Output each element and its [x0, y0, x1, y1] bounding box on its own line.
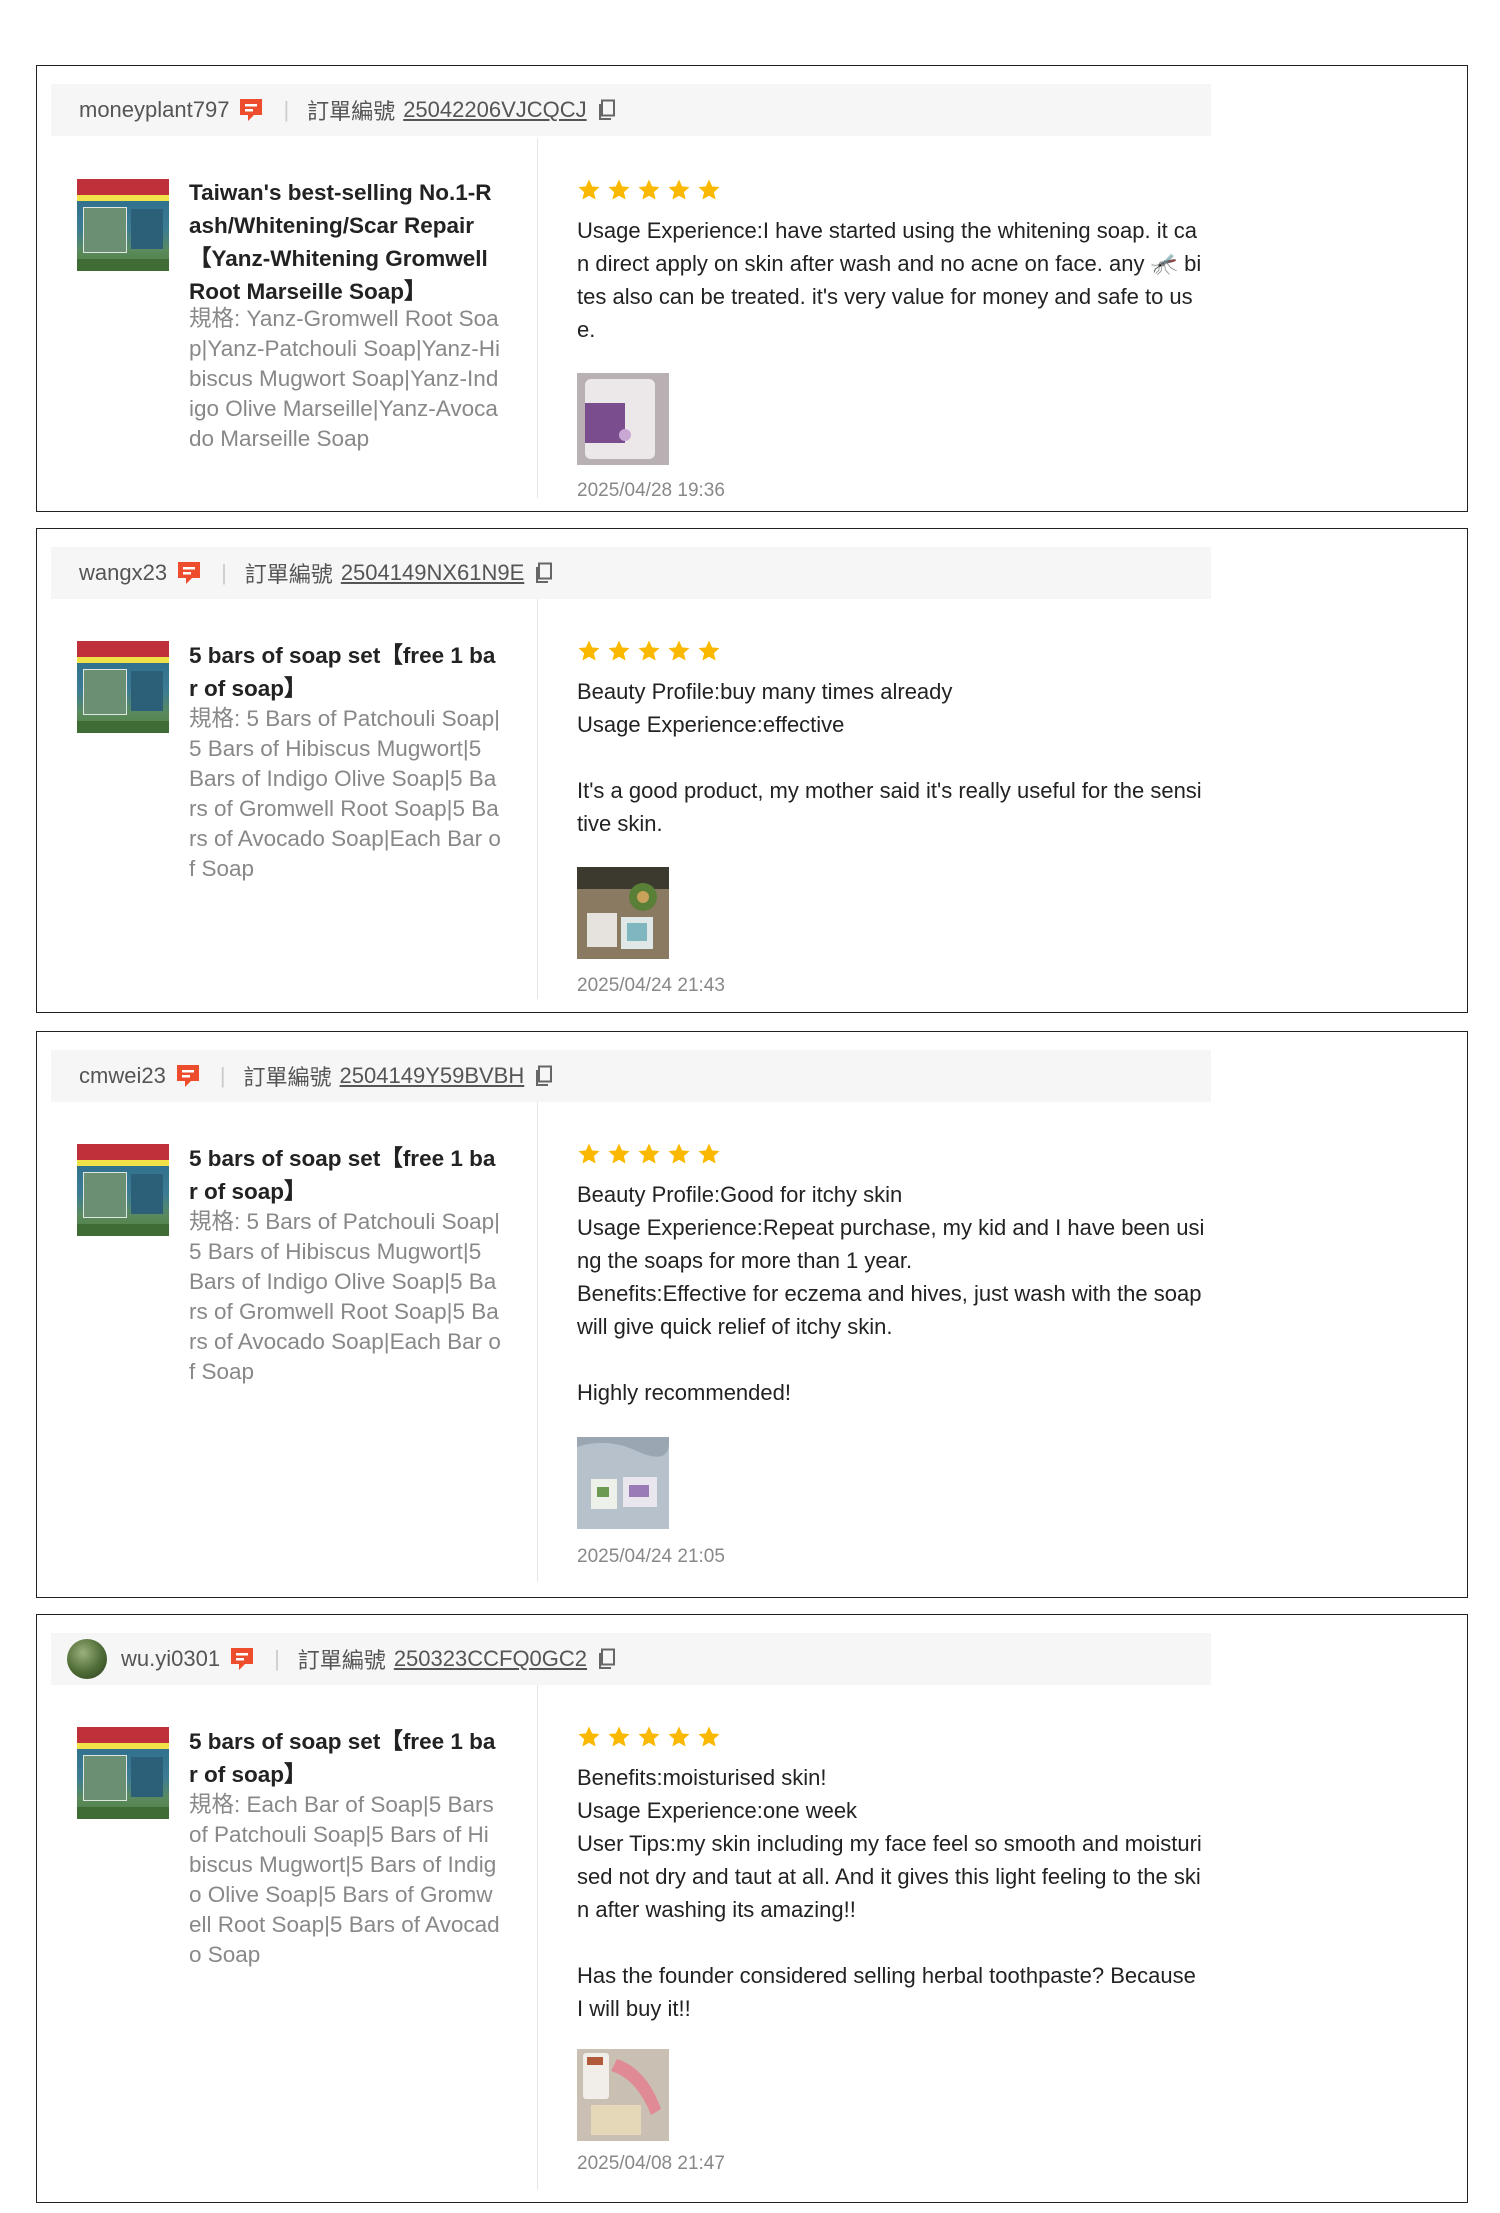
copy-icon[interactable]	[597, 1648, 617, 1670]
star-rating	[577, 1142, 721, 1166]
username[interactable]: cmwei23	[79, 1063, 166, 1089]
review-text: Beauty Profile:buy many times already Us…	[577, 679, 1202, 836]
chat-bubble-icon[interactable]	[228, 1645, 256, 1673]
review-card: wu.yi0301 | 訂單編號 250323CCFQ0GC2 5 bars o…	[36, 1614, 1468, 2203]
product-spec: 規格: Each Bar of Soap|5 Bars of Patchouli…	[189, 1792, 500, 1967]
product-thumbnail[interactable]	[77, 179, 169, 271]
star-icon	[608, 640, 630, 661]
column-divider	[537, 599, 538, 999]
star-rating	[577, 1725, 721, 1749]
review-date: 2025/04/08 21:47	[577, 2153, 725, 2174]
review-photo[interactable]	[577, 373, 669, 465]
order-number-link[interactable]: 250323CCFQ0GC2	[394, 1646, 587, 1672]
review-photo[interactable]	[577, 867, 669, 959]
chat-bubble-icon[interactable]	[174, 1062, 202, 1090]
star-icon	[668, 640, 690, 661]
star-icon	[698, 1726, 720, 1747]
review-text: Benefits:moisturised skin! Usage Experie…	[577, 1765, 1202, 2021]
review-header: wangx23 | 訂單編號 2504149NX61N9E	[51, 547, 1211, 599]
product-thumbnail[interactable]	[77, 641, 169, 733]
star-icon	[668, 179, 690, 200]
product-spec: 規格: 5 Bars of Patchouli Soap|5 Bars of H…	[189, 706, 501, 881]
product-title[interactable]: Taiwan's best-selling No.1-Rash/Whitenin…	[189, 176, 501, 308]
review-date: 2025/04/28 19:36	[577, 480, 725, 501]
copy-icon[interactable]	[534, 1065, 554, 1087]
separator: |	[219, 1063, 226, 1088]
review-date: 2025/04/24 21:05	[577, 1546, 725, 1567]
separator: |	[274, 1646, 280, 1671]
product-spec: 規格: 5 Bars of Patchouli Soap|5 Bars of H…	[189, 1209, 501, 1384]
product-title[interactable]: 5 bars of soap set【free 1 bar of soap】	[189, 1725, 501, 1791]
username[interactable]: wu.yi0301	[121, 1646, 220, 1672]
separator: |	[221, 560, 227, 585]
chat-bubble-icon[interactable]	[237, 96, 265, 124]
username[interactable]: moneyplant797	[79, 97, 229, 123]
star-icon	[698, 640, 720, 661]
order-number-link[interactable]: 25042206VJCQCJ	[403, 97, 586, 123]
star-icon	[638, 1726, 660, 1747]
review-card: wangx23 | 訂單編號 2504149NX61N9E 5 bars of …	[36, 528, 1468, 1013]
star-icon	[578, 1726, 600, 1747]
star-icon	[668, 1726, 690, 1747]
star-icon	[698, 179, 720, 200]
star-rating	[577, 639, 721, 663]
order-number-link[interactable]: 2504149NX61N9E	[341, 560, 524, 586]
product-title[interactable]: 5 bars of soap set【free 1 bar of soap】	[189, 639, 501, 705]
review-text: Usage Experience:I have started using th…	[577, 218, 1202, 342]
copy-icon[interactable]	[534, 562, 554, 584]
star-icon	[578, 640, 600, 661]
product-title[interactable]: 5 bars of soap set【free 1 bar of soap】	[189, 1142, 501, 1208]
review-date: 2025/04/24 21:43	[577, 975, 725, 996]
review-photo[interactable]	[577, 1437, 669, 1529]
star-icon	[698, 1143, 720, 1164]
copy-icon[interactable]	[597, 99, 617, 121]
order-label: 訂單編號	[243, 1065, 332, 1090]
star-icon	[608, 1143, 630, 1164]
star-rating	[577, 178, 721, 202]
order-label: 訂單編號	[297, 1648, 386, 1673]
chat-bubble-icon[interactable]	[175, 559, 203, 587]
column-divider	[537, 1685, 538, 2190]
order-label: 訂單編號	[307, 99, 396, 124]
product-thumbnail[interactable]	[77, 1727, 169, 1819]
review-header: wu.yi0301 | 訂單編號 250323CCFQ0GC2	[51, 1633, 1211, 1685]
review-photo[interactable]	[577, 2049, 669, 2141]
product-spec: 規格: Yanz-Gromwell Root Soap|Yanz-Patchou…	[189, 306, 501, 451]
star-icon	[578, 179, 600, 200]
avatar[interactable]	[67, 1639, 107, 1679]
star-icon	[578, 1143, 600, 1164]
review-header: moneyplant797 | 訂單編號 25042206VJCQCJ	[51, 84, 1211, 136]
review-header: cmwei23 | 訂單編號 2504149Y59BVBH	[51, 1050, 1211, 1102]
separator: |	[283, 97, 290, 122]
product-thumbnail[interactable]	[77, 1144, 169, 1236]
star-icon	[638, 640, 660, 661]
review-card: moneyplant797 | 訂單編號 25042206VJCQCJ Taiw…	[36, 65, 1468, 512]
review-card: cmwei23 | 訂單編號 2504149Y59BVBH 5 bars of …	[36, 1031, 1468, 1598]
column-divider	[537, 138, 538, 498]
review-text: Beauty Profile:Good for itchy skin Usage…	[577, 1182, 1205, 1405]
star-icon	[638, 1143, 660, 1164]
star-icon	[638, 179, 660, 200]
star-icon	[668, 1143, 690, 1164]
star-icon	[608, 1726, 630, 1747]
order-label: 訂單編號	[244, 562, 333, 587]
column-divider	[537, 1102, 538, 1582]
star-icon	[608, 179, 630, 200]
username[interactable]: wangx23	[79, 560, 167, 586]
order-number-link[interactable]: 2504149Y59BVBH	[340, 1063, 525, 1089]
